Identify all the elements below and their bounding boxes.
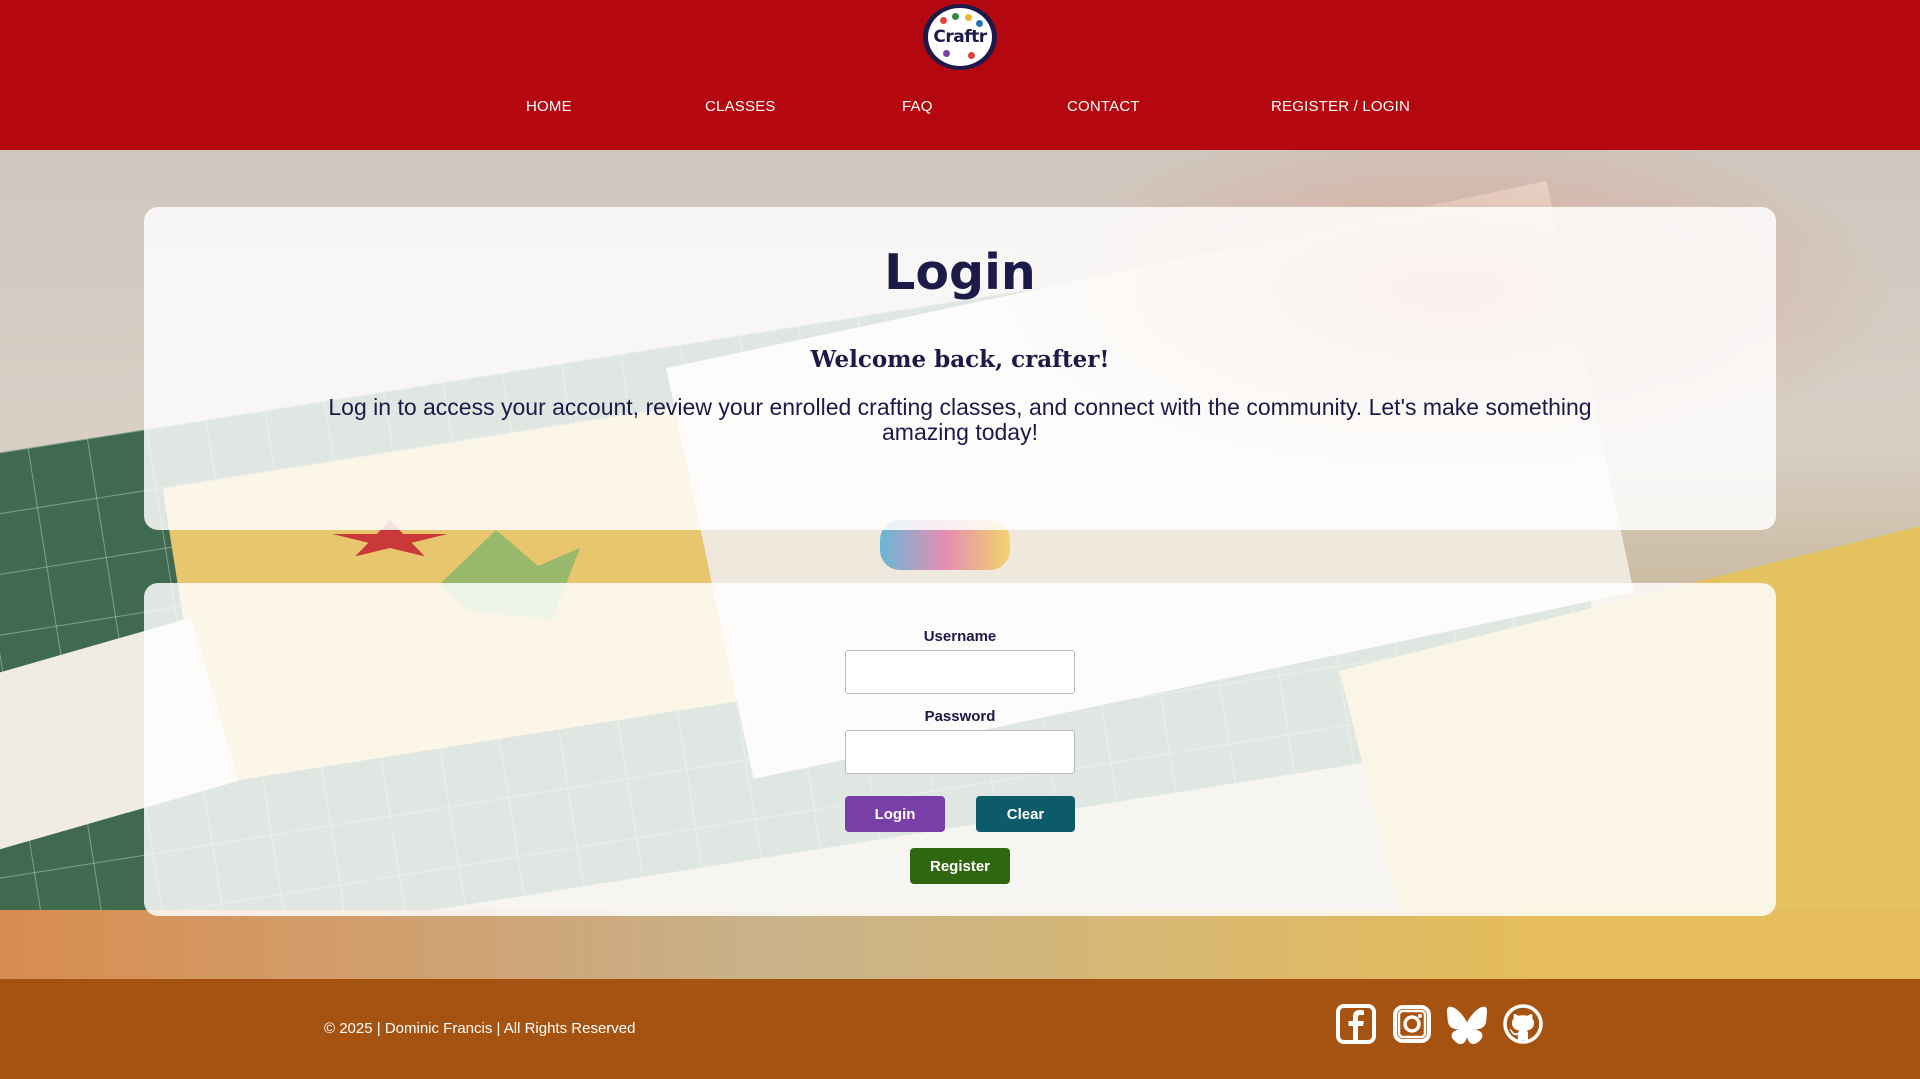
intro-text: Log in to access your account, review yo… (328, 394, 1592, 445)
page-title: Login (884, 244, 1036, 301)
username-input[interactable] (845, 650, 1075, 694)
bluesky-icon[interactable] (1447, 1004, 1487, 1045)
logo-decoration (968, 52, 975, 59)
craftr-logo[interactable]: Craftr (923, 4, 997, 70)
welcome-heading: Welcome back, crafter! (810, 346, 1110, 373)
username-label: Username (923, 628, 997, 645)
logo-badge: Craftr (928, 8, 992, 66)
logo-decoration (976, 20, 983, 27)
bottom-paper-strip (0, 910, 1920, 979)
logo-decoration (943, 50, 950, 57)
password-input[interactable] (845, 730, 1075, 774)
nav-contact[interactable]: CONTACT (1067, 98, 1140, 115)
logo-decoration (940, 17, 947, 24)
facebook-icon[interactable] (1336, 1004, 1376, 1044)
logo-text: Craftr (933, 27, 987, 47)
main-nav: HOME CLASSES FAQ CONTACT REGISTER / LOGI… (0, 98, 1920, 122)
site-header: Craftr HOME CLASSES FAQ CONTACT REGISTER… (0, 0, 1920, 150)
nav-register-login[interactable]: REGISTER / LOGIN (1271, 98, 1410, 115)
register-button[interactable]: Register (910, 848, 1010, 884)
logo-decoration (965, 14, 972, 21)
clear-button[interactable]: Clear (976, 796, 1075, 832)
nav-faq[interactable]: FAQ (902, 98, 933, 115)
site-footer: © 2025 | Dominic Francis | All Rights Re… (0, 979, 1920, 1079)
github-icon[interactable] (1503, 1004, 1543, 1044)
nav-classes[interactable]: CLASSES (705, 98, 776, 115)
nav-home[interactable]: HOME (526, 98, 572, 115)
copyright-text: © 2025 | Dominic Francis | All Rights Re… (324, 1020, 636, 1037)
login-button[interactable]: Login (845, 796, 945, 832)
instagram-icon[interactable] (1392, 1004, 1432, 1044)
logo-decoration (952, 13, 959, 20)
password-label: Password (924, 708, 996, 725)
